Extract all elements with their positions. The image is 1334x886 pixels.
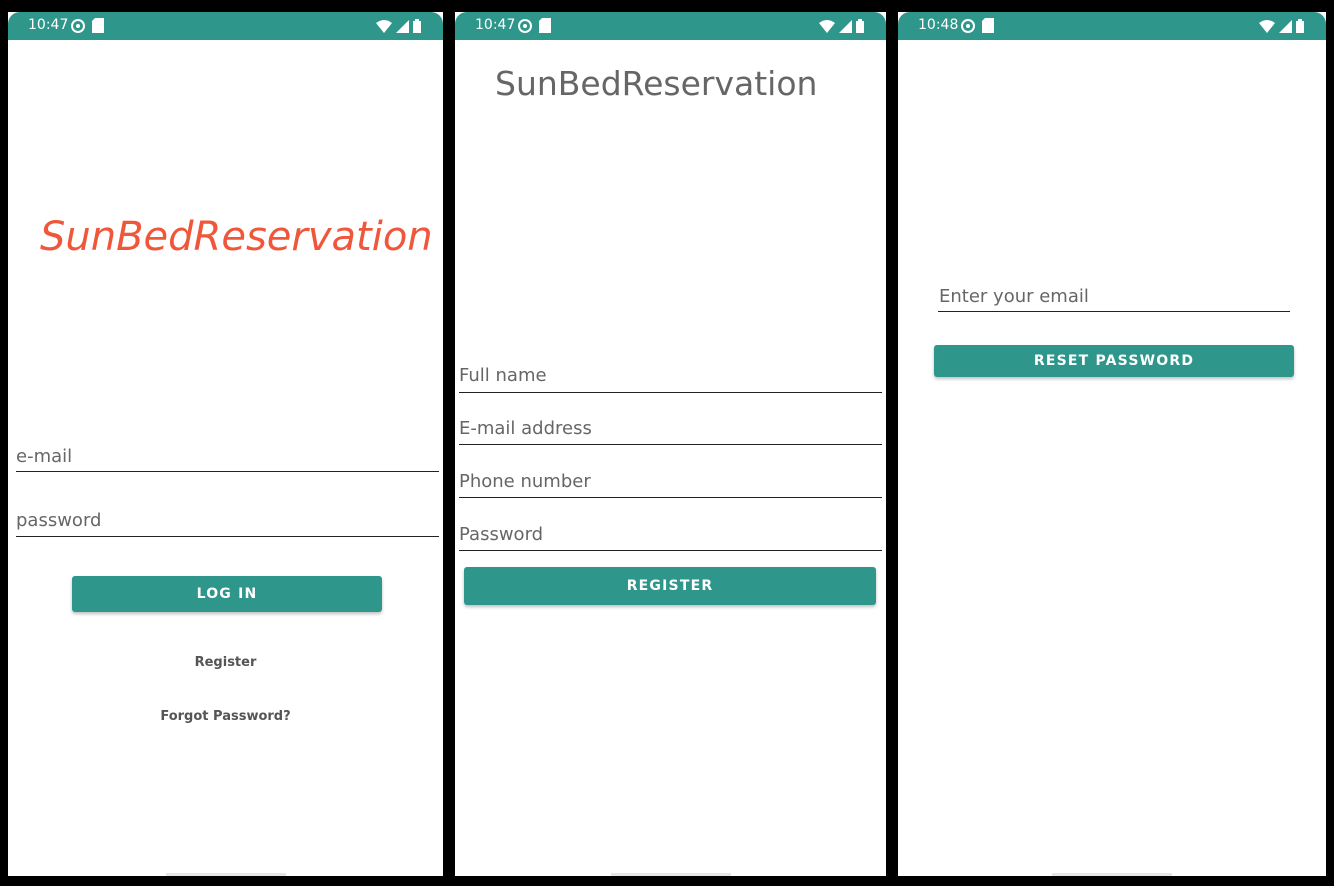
phone-field[interactable]: Phone number bbox=[459, 471, 591, 492]
app-title: SunBedReservation bbox=[495, 64, 818, 103]
fullname-underline bbox=[459, 392, 882, 393]
reset-screen: 10:48 Enter your email RESET PASSWORD bbox=[898, 12, 1326, 876]
email-field[interactable]: E-mail address bbox=[459, 418, 592, 439]
password-field[interactable]: password bbox=[16, 510, 101, 531]
signal-icon bbox=[839, 19, 852, 33]
fullname-field[interactable]: Full name bbox=[459, 365, 547, 386]
sd-card-icon bbox=[982, 18, 994, 33]
email-field[interactable]: e-mail bbox=[16, 446, 72, 467]
email-field[interactable]: Enter your email bbox=[939, 286, 1089, 307]
settings-icon bbox=[518, 19, 532, 33]
settings-icon bbox=[71, 19, 85, 33]
frame-border bbox=[443, 0, 455, 886]
status-bar: 10:48 bbox=[898, 12, 1326, 40]
register-link[interactable]: Register bbox=[8, 655, 443, 670]
phone-underline bbox=[459, 497, 882, 498]
wifi-icon bbox=[1259, 19, 1275, 33]
frame-border bbox=[0, 876, 1334, 886]
email-underline bbox=[16, 471, 439, 472]
status-time: 10:48 bbox=[918, 17, 959, 33]
app-title: SunBedReservation bbox=[40, 214, 433, 260]
frame-border bbox=[1326, 0, 1334, 886]
password-underline bbox=[16, 536, 439, 537]
sd-card-icon bbox=[539, 18, 551, 33]
nav-handle bbox=[166, 873, 286, 876]
nav-handle bbox=[1052, 873, 1172, 876]
status-time: 10:47 bbox=[28, 17, 69, 33]
login-button[interactable]: LOG IN bbox=[72, 576, 382, 612]
signal-icon bbox=[1279, 19, 1292, 33]
login-screen: 10:47 SunBedReservation e-mail password … bbox=[8, 12, 443, 876]
signal-icon bbox=[396, 19, 409, 33]
register-button[interactable]: REGISTER bbox=[464, 567, 876, 605]
battery-icon bbox=[856, 19, 864, 33]
status-time: 10:47 bbox=[475, 17, 516, 33]
email-underline bbox=[459, 444, 882, 445]
password-field[interactable]: Password bbox=[459, 524, 543, 545]
battery-icon bbox=[1296, 19, 1304, 33]
register-screen: 10:47 SunBedReservation Full name E-mail… bbox=[455, 12, 886, 876]
password-underline bbox=[459, 550, 882, 551]
frame-border bbox=[0, 0, 1334, 12]
wifi-icon bbox=[819, 19, 835, 33]
status-bar: 10:47 bbox=[8, 12, 443, 40]
wifi-icon bbox=[376, 19, 392, 33]
status-bar: 10:47 bbox=[455, 12, 886, 40]
frame-border bbox=[886, 0, 898, 886]
forgot-password-link[interactable]: Forgot Password? bbox=[8, 709, 443, 724]
nav-handle bbox=[611, 873, 731, 876]
email-underline bbox=[938, 311, 1290, 312]
sd-card-icon bbox=[92, 18, 104, 33]
frame-border bbox=[0, 0, 8, 886]
settings-icon bbox=[961, 19, 975, 33]
battery-icon bbox=[413, 19, 421, 33]
reset-password-button[interactable]: RESET PASSWORD bbox=[934, 345, 1294, 377]
